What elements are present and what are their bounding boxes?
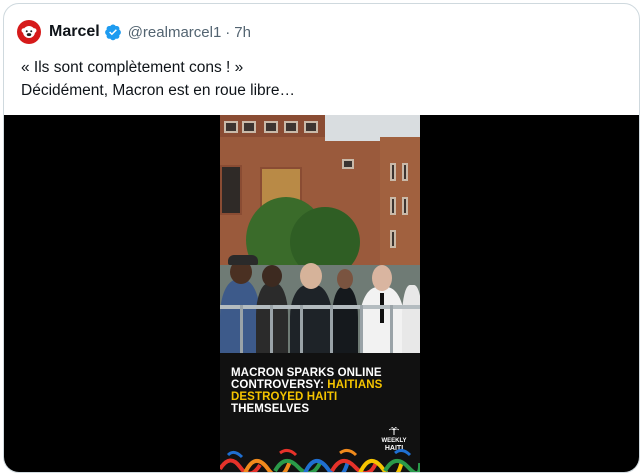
video-frame[interactable]: MACRON SPARKS ONLINE CONTROVERSY: HAITIA… <box>220 115 420 472</box>
monkey-avatar-icon <box>21 26 37 38</box>
brand-logo: WEEKLY HAITI <box>378 426 410 452</box>
avatar[interactable] <box>17 20 41 44</box>
verified-badge-icon <box>104 24 121 41</box>
timestamp[interactable]: 7h <box>234 24 251 41</box>
video-caption-area: MACRON SPARKS ONLINE CONTROVERSY: HAITIA… <box>220 353 420 472</box>
tweet-text-line: Décidément, Macron est en roue libre… <box>21 82 295 99</box>
palm-tree-logo-icon <box>388 426 400 435</box>
caption-text: CONTROVERSY: <box>231 379 328 391</box>
separator: · <box>225 23 231 41</box>
tweet-card[interactable]: Marcel @realmarcel1 · 7h « Ils sont comp… <box>3 3 640 473</box>
brand-text: WEEKLY <box>381 438 407 444</box>
video-caption: MACRON SPARKS ONLINE CONTROVERSY: HAITIA… <box>231 367 416 415</box>
tweet-header: Marcel @realmarcel1 · 7h <box>17 20 251 44</box>
caption-text: THEMSELVES <box>231 403 310 415</box>
caption-highlight: HAITIANS <box>327 379 383 391</box>
author-name[interactable]: Marcel <box>49 23 100 41</box>
author-handle[interactable]: @realmarcel1 <box>128 24 222 41</box>
caption-highlight: DESTROYED HAITI <box>231 391 338 403</box>
caption-line: MACRON SPARKS ONLINE <box>231 367 382 379</box>
tweet-text: « Ils sont complètement cons ! » Décidém… <box>21 56 295 102</box>
decorative-stripes <box>220 448 420 472</box>
tweet-text-line: « Ils sont complètement cons ! » <box>21 59 244 76</box>
video-media[interactable]: MACRON SPARKS ONLINE CONTROVERSY: HAITIA… <box>4 115 639 472</box>
